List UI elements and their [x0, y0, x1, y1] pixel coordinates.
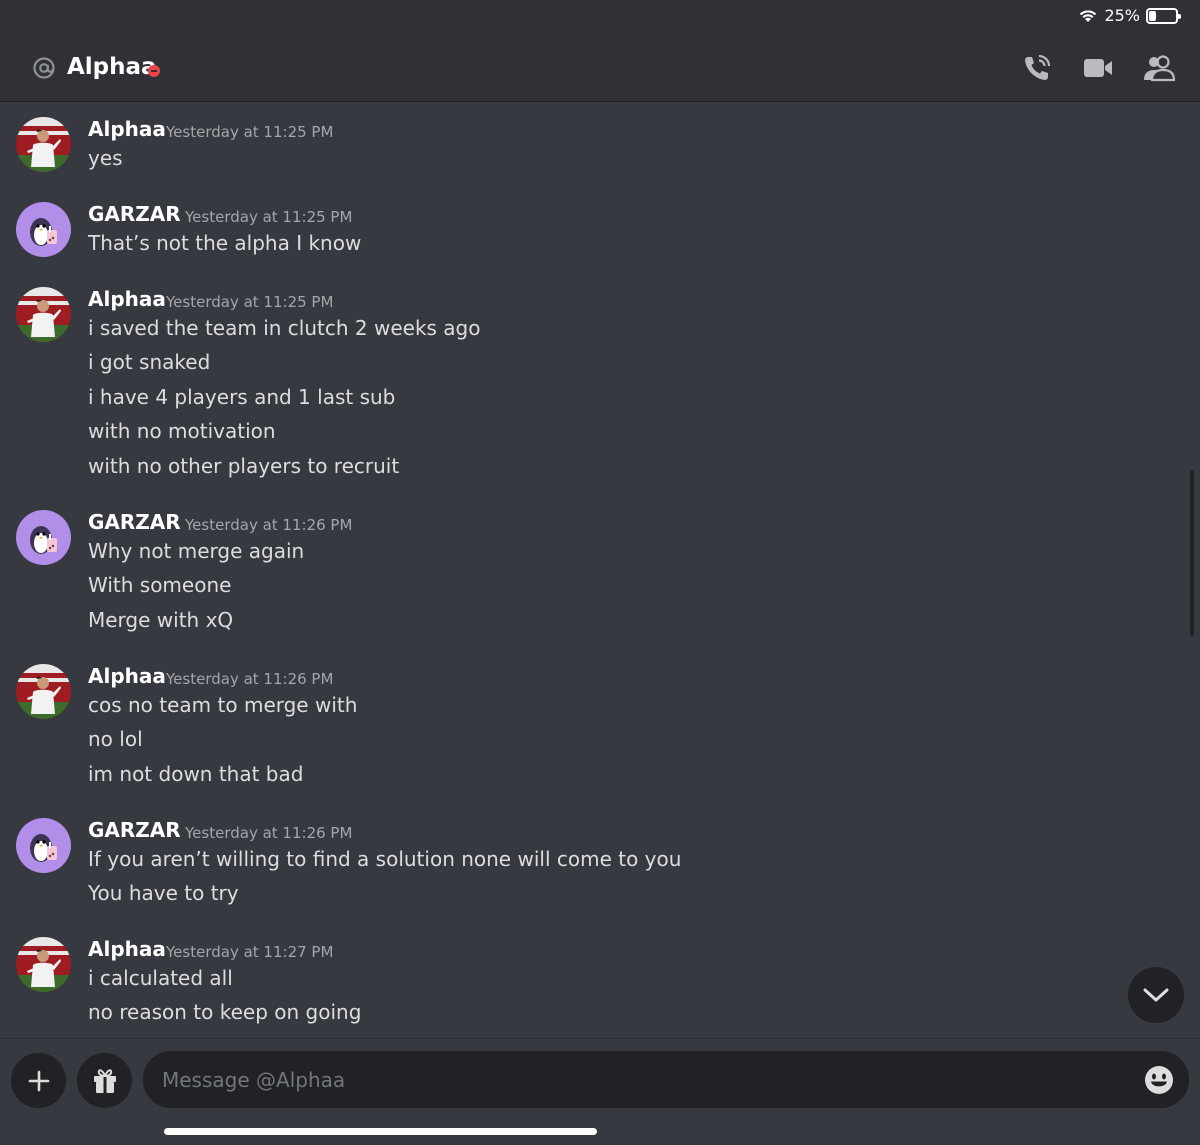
alphaa-avatar[interactable] — [16, 287, 71, 342]
gift-nitro-button[interactable] — [77, 1053, 132, 1108]
message-author[interactable]: Alphaa — [88, 287, 166, 311]
message-author[interactable]: GARZAR — [88, 818, 181, 842]
message-author[interactable]: Alphaa — [88, 664, 166, 688]
message-group: Alphaa Yesterday at 11:26 PM cos no team t… — [0, 664, 1160, 807]
channel-title: Alphaa — [67, 54, 157, 80]
battery-icon — [1146, 7, 1181, 24]
message-text: With someone — [88, 573, 232, 598]
video-camera-icon — [1084, 59, 1112, 77]
alphaa-avatar[interactable] — [16, 664, 71, 719]
message-author[interactable]: Alphaa — [88, 117, 166, 141]
message-group: GARZAR Yesterday at 11:26 PM Why not merge… — [0, 510, 1160, 653]
smiley-face-icon — [1145, 1066, 1173, 1094]
message-author[interactable]: GARZAR — [88, 510, 181, 534]
message-text: Merge with xQ — [88, 607, 234, 632]
message-author[interactable]: GARZAR — [88, 202, 181, 226]
message-text: i got snaked — [88, 350, 211, 375]
member-list-button[interactable] — [1142, 52, 1176, 84]
alphaa-avatar[interactable] — [16, 117, 71, 172]
battery-percent: 25% — [1104, 6, 1140, 25]
message-text: with no motivation — [88, 419, 276, 444]
video-call-button[interactable] — [1081, 52, 1115, 84]
garzar-avatar[interactable] — [16, 510, 71, 565]
message-text: with no other players to recruit — [88, 453, 400, 478]
dnd-status-icon — [148, 65, 160, 77]
chevron-down-icon — [1143, 988, 1169, 1002]
message-list[interactable]: Alphaa Yesterday at 11:25 PM yes GARZAR Yest… — [0, 102, 1200, 1038]
phone-call-icon — [1025, 54, 1051, 80]
emoji-picker-button[interactable] — [1143, 1064, 1175, 1096]
message-text: cos no team to merge with — [88, 693, 358, 717]
voice-call-button[interactable] — [1020, 52, 1054, 84]
channel-header: Alphaa — [0, 34, 1200, 102]
message-group: Alphaa Yesterday at 11:27 PM i calculated … — [0, 937, 1160, 1038]
alphaa-avatar[interactable] — [16, 937, 71, 992]
add-attachment-button[interactable] — [11, 1053, 66, 1108]
garzar-avatar[interactable] — [16, 202, 71, 257]
message-text: yes — [88, 146, 123, 170]
message-text: If you aren’t willing to find a solution… — [88, 847, 682, 871]
wifi-icon — [1080, 9, 1097, 22]
message-input[interactable] — [143, 1051, 1189, 1108]
status-bar: 25% — [0, 0, 1200, 34]
message-text: no reason to keep on going — [88, 1000, 362, 1025]
message-timestamp: Yesterday at 11:25 PM — [185, 208, 353, 226]
jump-to-latest-button[interactable] — [1128, 967, 1184, 1023]
message-text: Why not merge again — [88, 539, 305, 563]
message-composer — [0, 1038, 1200, 1145]
message-timestamp: Yesterday at 11:25 PM — [166, 123, 334, 141]
garzar-avatar[interactable] — [16, 818, 71, 873]
message-group: GARZAR Yesterday at 11:26 PM If you aren’t… — [0, 818, 1160, 927]
gift-icon — [93, 1068, 116, 1093]
message-author[interactable]: Alphaa — [88, 937, 166, 961]
battery-level — [1149, 10, 1156, 21]
message-text: i saved the team in clutch 2 weeks ago — [88, 316, 481, 340]
message-group: GARZAR Yesterday at 11:25 PM That’s not th… — [0, 202, 1160, 276]
message-timestamp: Yesterday at 11:26 PM — [166, 670, 334, 688]
message-text: i have 4 players and 1 last sub — [88, 384, 396, 409]
message-text: i calculated all — [88, 966, 233, 990]
message-text: That’s not the alpha I know — [88, 231, 362, 255]
at-icon — [33, 57, 55, 79]
plus-icon — [28, 1070, 49, 1091]
scrollbar[interactable] — [1190, 470, 1194, 636]
message-timestamp: Yesterday at 11:25 PM — [166, 293, 334, 311]
message-text: no lol — [88, 727, 143, 752]
message-text: im not down that bad — [88, 761, 304, 786]
home-indicator — [164, 1128, 597, 1135]
message-timestamp: Yesterday at 11:26 PM — [185, 516, 353, 534]
status-indicators: 25% — [1078, 6, 1181, 25]
message-group: Alphaa Yesterday at 11:25 PM i saved the t… — [0, 287, 1160, 499]
members-icon — [1144, 55, 1175, 82]
message-text: You have to try — [88, 881, 239, 906]
message-timestamp: Yesterday at 11:27 PM — [166, 943, 334, 961]
message-timestamp: Yesterday at 11:26 PM — [185, 824, 353, 842]
message-group: Alphaa Yesterday at 11:25 PM yes — [0, 117, 1160, 191]
